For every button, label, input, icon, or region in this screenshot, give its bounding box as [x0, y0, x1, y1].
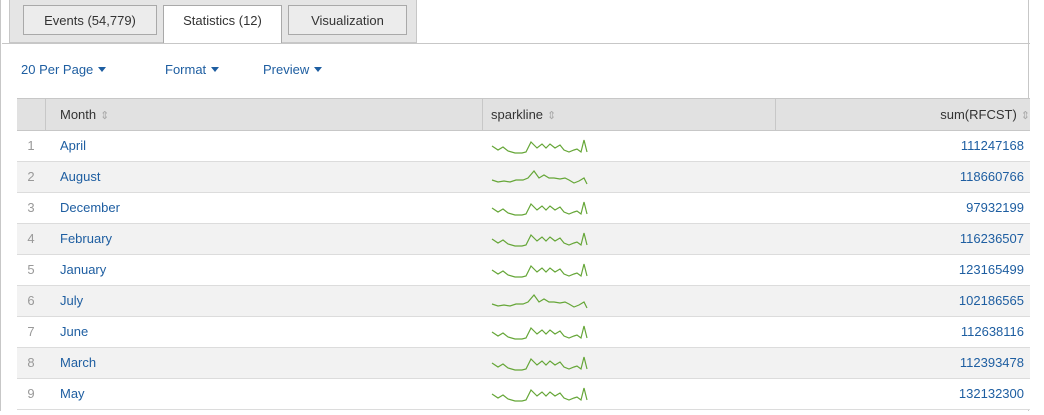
table-row: 6 July 102186565 — [17, 286, 1030, 317]
sparkline-cell — [491, 137, 589, 155]
month-cell[interactable]: February — [60, 224, 112, 254]
sort-icon: ⇕ — [547, 110, 557, 122]
sparkline-cell — [491, 354, 589, 372]
sparkline-line — [491, 356, 588, 371]
sparkline-chart — [491, 201, 588, 216]
caret-down-icon — [314, 67, 323, 72]
sum-rfcst-cell[interactable]: 112638116 — [961, 317, 1024, 347]
column-header-label: Month — [60, 107, 97, 122]
sum-rfcst-cell[interactable]: 116236507 — [960, 224, 1024, 254]
table-row: 9 May 132132300 — [17, 379, 1030, 410]
sum-rfcst-cell[interactable]: 112393478 — [960, 348, 1024, 378]
format-dropdown[interactable]: Format — [165, 62, 220, 77]
tab-bar-divider — [2, 43, 1030, 44]
row-number: 1 — [27, 138, 35, 153]
per-page-label: 20 Per Page — [21, 62, 94, 77]
sort-icon: ⇕ — [1020, 110, 1030, 122]
month-cell[interactable]: December — [60, 193, 120, 223]
sparkline-chart — [491, 263, 588, 278]
sparkline-cell — [491, 323, 589, 341]
column-divider — [45, 99, 46, 130]
table-row: 2 August 118660766 — [17, 162, 1030, 193]
column-divider — [482, 99, 483, 130]
table-body: 1 April 111247168 2 August 118660766 3 December… — [17, 131, 1030, 410]
statistics-table: Month ⇕ sparkline ⇕ sum(RFCST) ⇕ 1 April 1112… — [17, 98, 1030, 410]
sum-rfcst-cell[interactable]: 111247168 — [961, 131, 1024, 161]
sparkline-chart — [491, 170, 588, 185]
tab-visualization[interactable]: Visualization — [288, 5, 407, 35]
table-row: 8 March 112393478 — [17, 348, 1030, 379]
sort-icon: ⇕ — [100, 110, 110, 122]
preview-label: Preview — [263, 62, 310, 77]
caret-down-icon — [98, 67, 107, 72]
column-header-month[interactable]: Month ⇕ — [60, 99, 109, 130]
sparkline-chart — [491, 232, 588, 247]
sparkline-cell — [491, 230, 589, 248]
month-cell[interactable]: May — [60, 379, 85, 409]
per-page-dropdown[interactable]: 20 Per Page — [21, 62, 107, 77]
sparkline-cell — [491, 261, 589, 279]
table-row: 4 February 116236507 — [17, 224, 1030, 255]
row-number: 5 — [27, 262, 35, 277]
column-header-sparkline[interactable]: sparkline ⇕ — [491, 99, 556, 130]
table-row: 5 January 123165499 — [17, 255, 1030, 286]
table-row: 7 June 112638116 — [17, 317, 1030, 348]
sum-rfcst-cell[interactable]: 102186565 — [959, 286, 1024, 316]
sparkline-line — [491, 232, 588, 247]
sparkline-cell — [491, 199, 589, 217]
table-header: Month ⇕ sparkline ⇕ sum(RFCST) ⇕ — [17, 98, 1030, 131]
sparkline-chart — [491, 356, 588, 371]
sparkline-line — [491, 139, 588, 154]
sparkline-line — [491, 294, 588, 309]
sparkline-cell — [491, 168, 589, 186]
row-number: 4 — [27, 231, 35, 246]
column-divider — [775, 99, 776, 130]
sparkline-line — [491, 387, 588, 402]
sparkline-line — [491, 170, 588, 185]
caret-down-icon — [211, 67, 220, 72]
sum-rfcst-cell[interactable]: 123165499 — [959, 255, 1024, 285]
month-cell[interactable]: March — [60, 348, 96, 378]
sparkline-chart — [491, 387, 588, 402]
row-number: 7 — [27, 324, 35, 339]
tab-statistics[interactable]: Statistics (12) — [163, 5, 282, 44]
sparkline-chart — [491, 325, 588, 340]
month-cell[interactable]: January — [60, 255, 106, 285]
month-cell[interactable]: August — [60, 162, 100, 192]
table-toolbar: 20 Per Page Format Preview — [1, 62, 1030, 82]
results-tab-bar: Events (54,779) Statistics (12) Visualiz… — [1, 0, 1030, 44]
month-cell[interactable]: April — [60, 131, 86, 161]
sparkline-line — [491, 325, 588, 340]
row-number: 6 — [27, 293, 35, 308]
tab-events[interactable]: Events (54,779) — [23, 5, 157, 35]
sparkline-chart — [491, 294, 588, 309]
sparkline-chart — [491, 139, 588, 154]
sparkline-cell — [491, 292, 589, 310]
sparkline-line — [491, 201, 588, 216]
sum-rfcst-cell[interactable]: 132132300 — [959, 379, 1024, 409]
row-number: 2 — [27, 169, 35, 184]
results-panel: Events (54,779) Statistics (12) Visualiz… — [0, 0, 1030, 411]
sparkline-cell — [491, 385, 589, 403]
month-cell[interactable]: June — [60, 317, 88, 347]
format-label: Format — [165, 62, 207, 77]
row-number: 8 — [27, 355, 35, 370]
column-header-sum-rfcst[interactable]: sum(RFCST) ⇕ — [940, 99, 1030, 130]
row-number: 9 — [27, 386, 35, 401]
preview-dropdown[interactable]: Preview — [263, 62, 323, 77]
column-header-label: sum(RFCST) — [940, 107, 1017, 122]
month-cell[interactable]: July — [60, 286, 83, 316]
sum-rfcst-cell[interactable]: 97932199 — [966, 193, 1024, 223]
column-header-label: sparkline — [491, 107, 544, 122]
table-row: 3 December 97932199 — [17, 193, 1030, 224]
table-row: 1 April 111247168 — [17, 131, 1030, 162]
sum-rfcst-cell[interactable]: 118660766 — [960, 162, 1024, 192]
row-number: 3 — [27, 200, 35, 215]
sparkline-line — [491, 263, 588, 278]
